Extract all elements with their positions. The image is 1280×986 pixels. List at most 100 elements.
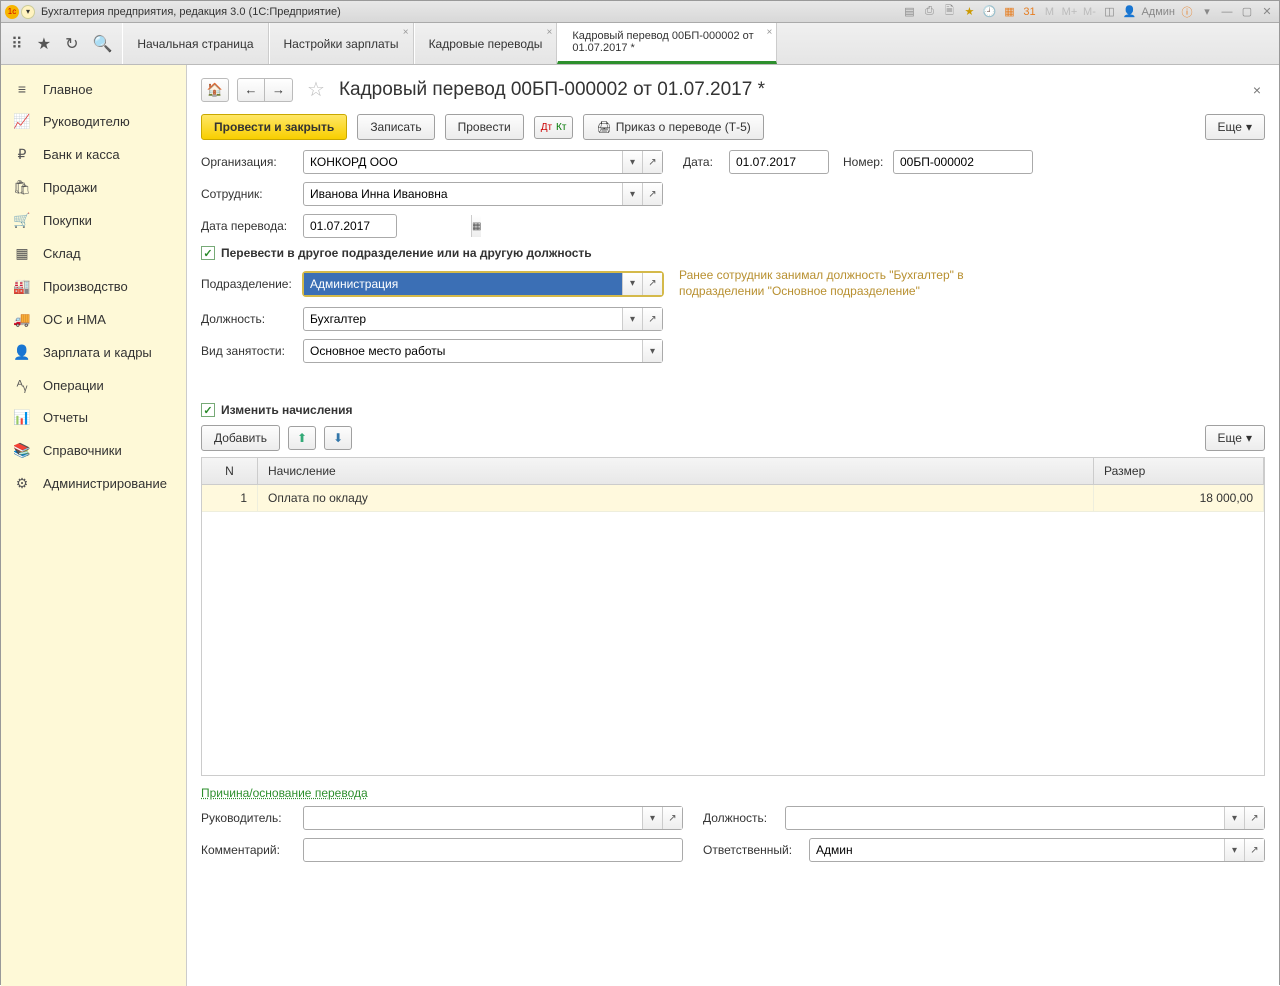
user-label[interactable]: Админ [1141,4,1175,20]
tool-icon[interactable]: ▤ [901,4,917,20]
open-icon[interactable]: ↗ [662,807,682,829]
post-and-close-button[interactable]: Провести и закрыть [201,114,347,140]
sidebar-item-purchases[interactable]: 🛒Покупки [1,204,186,237]
number-input-wrap [893,150,1033,174]
forward-button[interactable]: → [265,78,293,102]
dtkt-button[interactable]: ДтКт [534,116,574,139]
open-icon[interactable]: ↗ [1244,807,1264,829]
dept-input[interactable]: Администрация [304,273,622,295]
sidebar-item-operations[interactable]: ᴬᵧОперации [1,369,186,401]
more-button[interactable]: Еще ▾ [1205,114,1265,140]
person-icon: 👤 [13,344,31,361]
dropdown-icon[interactable]: ▾ [642,807,662,829]
close-doc-button[interactable]: × [1249,78,1265,102]
dropdown-icon[interactable]: ▾ [622,273,642,295]
employee-input[interactable] [304,183,622,205]
apps-icon[interactable]: ⠿ [11,34,23,54]
manager-input[interactable] [304,807,642,829]
save-button[interactable]: Записать [357,114,434,140]
favorite-star-icon[interactable]: ☆ [307,77,325,102]
transfer-date-input[interactable] [304,215,471,237]
sidebar-item-manager[interactable]: 📈Руководителю [1,105,186,138]
mminus-button[interactable]: M- [1081,4,1097,20]
reason-link[interactable]: Причина/основание перевода [201,786,1265,800]
print-icon[interactable]: ⎙ [921,4,937,20]
tab-close-icon[interactable]: × [767,27,773,38]
tab-close-icon[interactable]: × [403,27,409,38]
close-icon[interactable]: ✕ [1259,4,1275,20]
position-input[interactable] [304,308,622,330]
mplus-button[interactable]: M+ [1061,4,1077,20]
calendar-icon[interactable]: ▦ [471,215,481,237]
dropdown-icon[interactable]: ▾ [1224,839,1244,861]
sidebar-item-sales[interactable]: 🛍Продажи [1,171,186,204]
maximize-icon[interactable]: ▢ [1239,4,1255,20]
home-button[interactable]: 🏠 [201,78,229,102]
minimize-icon[interactable]: — [1219,4,1235,20]
number-input[interactable] [894,151,1061,173]
employment-input[interactable] [304,340,642,362]
comment-input[interactable] [304,839,682,861]
dropdown-icon[interactable]: ▾ [622,308,642,330]
sidebar-item-reports[interactable]: 📊Отчеты [1,401,186,434]
tab-close-icon[interactable]: × [547,27,553,38]
open-icon[interactable]: ↗ [642,273,662,295]
history-icon[interactable]: ↻ [65,34,78,54]
m-button[interactable]: M [1041,4,1057,20]
open-icon[interactable]: ↗ [642,183,662,205]
add-button[interactable]: Добавить [201,425,280,451]
responsible-input[interactable] [810,839,1224,861]
footer-form: Руководитель: ▾ ↗ Должность: ▾ ↗ Коммент… [187,806,1279,880]
sidebar: ≡Главное 📈Руководителю ₽Банк и касса 🛍Пр… [1,65,187,986]
star-icon[interactable]: ★ [37,34,51,54]
open-icon[interactable]: ↗ [1244,839,1264,861]
favorite-icon[interactable]: ★ [961,4,977,20]
back-button[interactable]: ← [237,78,265,102]
position2-input[interactable] [786,807,1224,829]
sidebar-item-hr[interactable]: 👤Зарплата и кадры [1,336,186,369]
col-name[interactable]: Начисление [258,458,1094,484]
app-menu-dropdown[interactable]: ▾ [21,5,35,19]
calc-icon[interactable]: ▦ [1001,4,1017,20]
transfer-checkbox[interactable]: ✓ [201,246,215,260]
dropdown-icon[interactable]: ▾ [622,151,642,173]
info-icon[interactable]: ⓘ [1179,4,1195,20]
position2-input-wrap: ▾ ↗ [785,806,1265,830]
open-icon[interactable]: ↗ [642,151,662,173]
sidebar-item-admin[interactable]: ⚙Администрирование [1,467,186,500]
sidebar-item-assets[interactable]: 🚚ОС и НМА [1,303,186,336]
number-label: Номер: [843,155,887,169]
tab-start[interactable]: Начальная страница [122,23,268,64]
panel-icon[interactable]: ◫ [1101,4,1117,20]
post-button[interactable]: Провести [445,114,524,140]
col-n[interactable]: N [202,458,258,484]
command-bar: Провести и закрыть Записать Провести ДтК… [187,110,1279,150]
sidebar-item-catalogs[interactable]: 📚Справочники [1,434,186,467]
more-button-2[interactable]: Еще ▾ [1205,425,1265,451]
move-down-button[interactable]: ⬇ [324,426,352,450]
table-row[interactable]: 1 Оплата по окладу 18 000,00 [202,485,1264,512]
dropdown-icon[interactable]: ▾ [1224,807,1244,829]
accruals-checkbox[interactable]: ✓ [201,403,215,417]
table-header: N Начисление Размер [202,458,1264,485]
calendar-icon[interactable]: 31 [1021,4,1037,20]
tab-transfer-doc[interactable]: Кадровый перевод 00БП-000002 от 01.07.20… [557,23,777,64]
gear-icon: ⚙ [13,475,31,492]
clock-icon[interactable]: 🕘 [981,4,997,20]
tab-salary-settings[interactable]: Настройки зарплаты× [269,23,414,64]
dropdown-icon[interactable]: ▾ [642,340,662,362]
dropdown-icon[interactable]: ▾ [622,183,642,205]
move-up-button[interactable]: ⬆ [288,426,316,450]
print-order-button[interactable]: 🖨Приказ о переводе (Т-5) [583,114,763,140]
doc-icon[interactable]: 🗎 [941,4,957,20]
sidebar-item-bank[interactable]: ₽Банк и касса [1,138,186,171]
search-icon[interactable]: 🔍 [92,34,112,54]
org-input[interactable] [304,151,622,173]
sidebar-item-main[interactable]: ≡Главное [1,73,186,105]
tab-transfers[interactable]: Кадровые переводы× [414,23,558,64]
open-icon[interactable]: ↗ [642,308,662,330]
sidebar-item-warehouse[interactable]: ▦Склад [1,237,186,270]
sidebar-item-production[interactable]: 🏭Производство [1,270,186,303]
dropdown-icon[interactable]: ▾ [1199,4,1215,20]
col-amount[interactable]: Размер [1094,458,1264,484]
